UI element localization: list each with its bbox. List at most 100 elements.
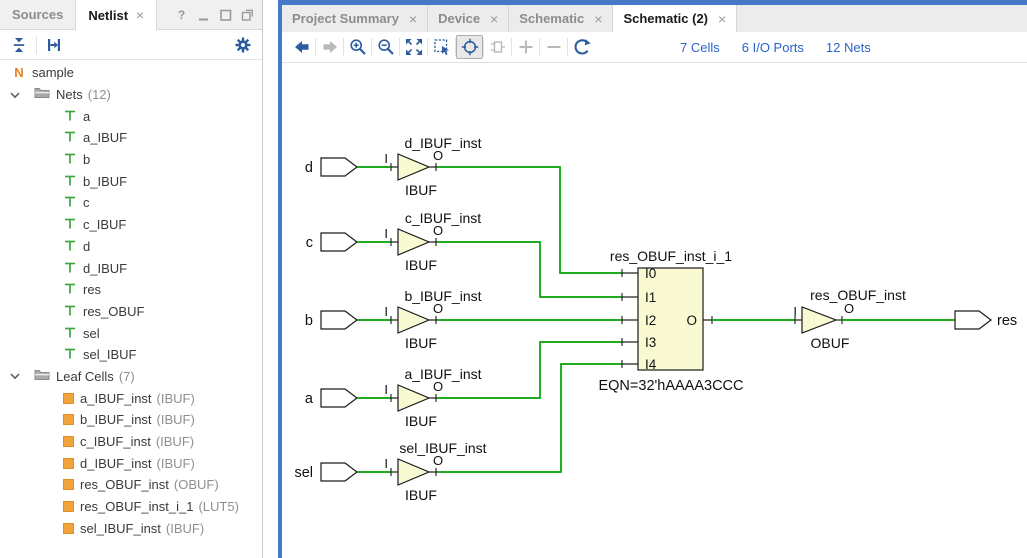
instance-label-b_IBUF_inst: b_IBUF_inst [404, 288, 481, 304]
item-type: (IBUF) [166, 521, 204, 536]
settings-gear-button[interactable] [232, 34, 254, 56]
cell-icon [63, 479, 74, 490]
cell-item-c_IBUF_inst[interactable]: c_IBUF_inst(IBUF) [0, 431, 262, 453]
cell-item-a_IBUF_inst[interactable]: a_IBUF_inst (IBUF) [0, 387, 262, 409]
item-label: d_IBUF_inst [80, 456, 152, 471]
tab-netlist[interactable]: Netlist× [75, 0, 157, 30]
net-item-a[interactable]: a [0, 105, 262, 127]
tab-label: Device [438, 11, 480, 26]
net-item-b[interactable]: b [0, 149, 262, 171]
back-button[interactable] [288, 35, 315, 59]
item-type: (IBUF) [157, 456, 195, 471]
ibuf-b[interactable] [398, 307, 429, 333]
stat-link-12-nets[interactable]: 12 Nets [826, 40, 871, 55]
close-icon[interactable]: × [409, 11, 417, 27]
netlist-toolbar [0, 30, 262, 60]
lut-pin-I2: I2 [645, 313, 656, 328]
net-item-b_IBUF[interactable]: b_IBUF [0, 170, 262, 192]
tab-sources[interactable]: Sources [0, 0, 75, 29]
item-label: b_IBUF [83, 174, 127, 189]
net-item-c[interactable]: c [0, 192, 262, 214]
tree-group-count: (12) [88, 87, 111, 102]
pin-label-i: I [384, 456, 388, 471]
instance-label-c_IBUF_inst: c_IBUF_inst [405, 210, 481, 226]
input-port-a[interactable] [321, 389, 357, 407]
help-icon[interactable]: ? [175, 8, 188, 21]
net-icon [63, 301, 77, 322]
net-item-res[interactable]: res [0, 279, 262, 301]
item-label: res_OBUF_inst [80, 477, 169, 492]
lut-pin-I1: I1 [645, 290, 656, 305]
scroll-to-button[interactable] [43, 34, 65, 56]
output-port-res[interactable] [955, 311, 991, 329]
minimize-icon[interactable] [197, 8, 210, 21]
tree-root-sample[interactable]: Nsample [0, 62, 262, 84]
cell-item-res_OBUF_inst[interactable]: res_OBUF_inst (OBUF) [0, 474, 262, 496]
item-label: a_IBUF_inst [80, 391, 152, 406]
item-label: d_IBUF [83, 261, 127, 276]
zoom-in-button[interactable] [344, 35, 371, 59]
autofit-button[interactable] [456, 35, 483, 59]
ibuf-c[interactable] [398, 229, 429, 255]
zoom-out-button[interactable] [372, 35, 399, 59]
tab-project-summary[interactable]: Project Summary× [282, 5, 428, 32]
zoom-selection-button[interactable] [428, 35, 455, 59]
cell-type-label: IBUF [405, 487, 437, 503]
chevron-down-icon[interactable] [8, 86, 22, 104]
port-label-res: res [997, 313, 1017, 329]
net-item-sel[interactable]: sel [0, 322, 262, 344]
item-label: sel_IBUF_inst [80, 521, 161, 536]
obuf-res_OBUF_inst[interactable] [802, 307, 836, 333]
instance-label-sel_IBUF_inst: sel_IBUF_inst [399, 440, 486, 456]
pin-label-i: I [384, 382, 388, 397]
folder-icon [34, 84, 50, 105]
item-type: (OBUF) [174, 477, 219, 492]
cell-item-sel_IBUF_inst[interactable]: sel_IBUF_inst (IBUF) [0, 517, 262, 539]
close-icon[interactable]: × [594, 11, 602, 27]
maximize-icon[interactable] [219, 8, 232, 21]
stat-link-7-cells[interactable]: 7 Cells [680, 40, 720, 55]
add-button [512, 35, 539, 59]
net-item-d_IBUF[interactable]: d_IBUF [0, 257, 262, 279]
tree-group-leaf-cells[interactable]: Leaf Cells(7) [0, 366, 262, 388]
collapse-all-button[interactable] [8, 34, 30, 56]
cell-item-d_IBUF_inst[interactable]: d_IBUF_inst (IBUF) [0, 452, 262, 474]
item-type: (IBUF) [157, 391, 195, 406]
schematic-toolbar: 7 Cells 6 I/O Ports 12 Nets [282, 32, 1027, 63]
input-port-b[interactable] [321, 311, 357, 329]
lut-pin-I3: I3 [645, 335, 656, 350]
tab-device[interactable]: Device × [428, 5, 509, 32]
float-icon[interactable] [241, 8, 254, 21]
item-label: sel_IBUF [83, 347, 136, 362]
regenerate-button[interactable] [568, 35, 595, 59]
stat-link-6-i-o-ports[interactable]: 6 I/O Ports [742, 40, 804, 55]
ibuf-sel[interactable] [398, 459, 429, 485]
net-item-sel_IBUF[interactable]: sel_IBUF [0, 344, 262, 366]
net-item-a_IBUF[interactable]: a_IBUF [0, 127, 262, 149]
tree-group-nets[interactable]: Nets(12) [0, 84, 262, 106]
netlist-root-icon: N [12, 65, 26, 80]
close-icon[interactable]: × [718, 11, 726, 27]
close-icon[interactable]: × [136, 7, 144, 23]
chevron-down-icon[interactable] [8, 367, 22, 385]
cell-item-res_OBUF_inst_i_1[interactable]: res_OBUF_inst_i_1(LUT5) [0, 496, 262, 518]
input-port-sel[interactable] [321, 463, 357, 481]
cell-item-b_IBUF_inst[interactable]: b_IBUF_inst(IBUF) [0, 409, 262, 431]
net-item-d[interactable]: d [0, 236, 262, 258]
ibuf-d[interactable] [398, 154, 429, 180]
input-port-d[interactable] [321, 158, 357, 176]
cell-icon [63, 523, 74, 534]
tab-schematic-2-[interactable]: Schematic (2)× [613, 5, 737, 32]
vivado-window: SourcesNetlist×? Nsample Nets(12)aa_IBUF… [0, 0, 1027, 558]
zoom-fit-button[interactable] [400, 35, 427, 59]
item-label: c_IBUF [83, 217, 126, 232]
tab-schematic[interactable]: Schematic× [509, 5, 613, 32]
input-port-c[interactable] [321, 233, 357, 251]
net-icon [63, 192, 77, 213]
net-item-res_OBUF[interactable]: res_OBUF [0, 301, 262, 323]
pin-label-i: I [384, 304, 388, 319]
close-icon[interactable]: × [490, 11, 498, 27]
net-item-c_IBUF[interactable]: c_IBUF [0, 214, 262, 236]
ibuf-a[interactable] [398, 385, 429, 411]
schematic-drawing: dIOd_IBUF_instIBUFcIOc_IBUF_instIBUFbIOb… [282, 63, 1027, 558]
